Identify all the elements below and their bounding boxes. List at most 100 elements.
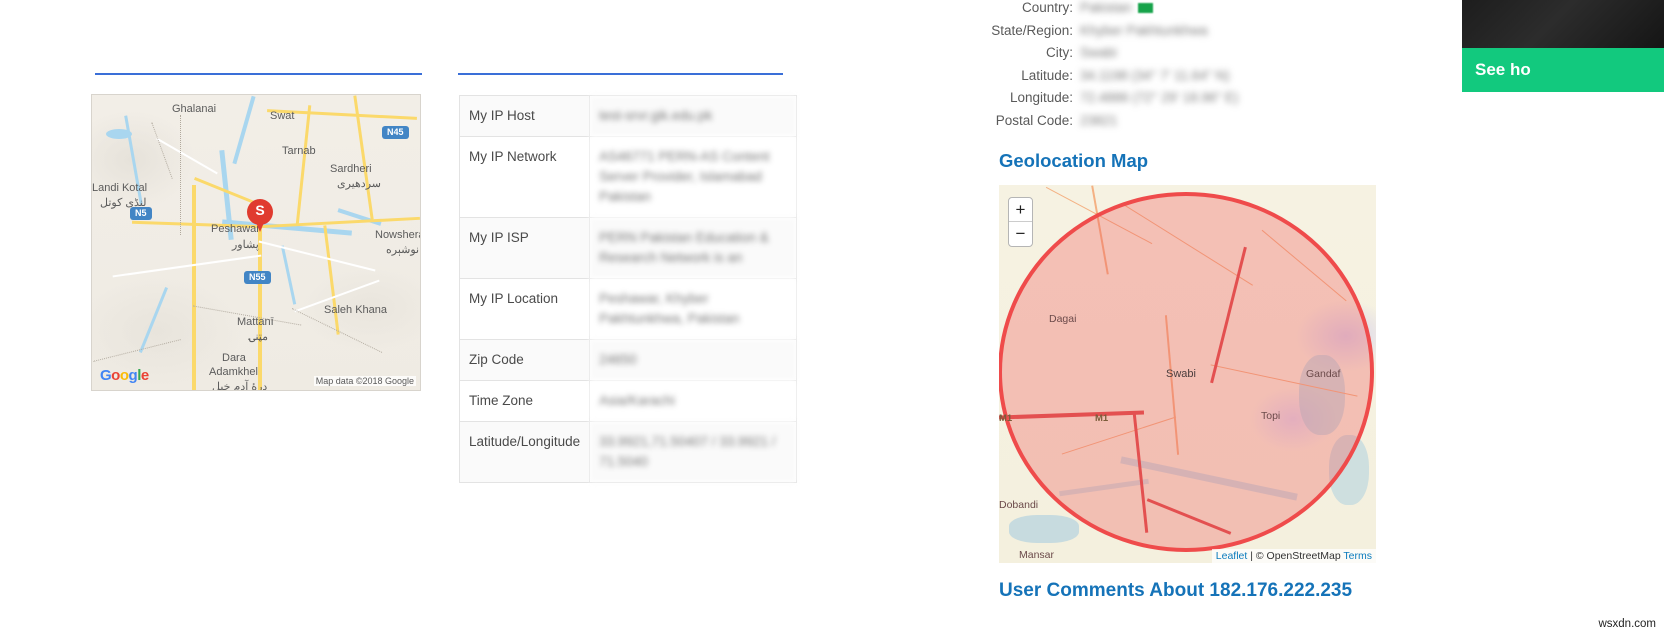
ip-info-table-body: My IP Host test-srvr.gik.edu.pk My IP Netw…: [458, 95, 797, 483]
google-map-place-label: پشاور: [232, 239, 259, 251]
table-row: Zip Code 24650: [458, 339, 797, 381]
geo-detail-value-wrap: Pakistan: [1080, 0, 1153, 15]
route-shield-n45: N45: [382, 126, 409, 139]
water-body: [1299, 355, 1345, 435]
zoom-out-button[interactable]: −: [1009, 222, 1032, 246]
ad-cta-button[interactable]: See ho: [1462, 48, 1664, 92]
google-map-place-label: Saleh Khana: [324, 304, 387, 316]
section-rule-left: [95, 73, 422, 75]
geolocation-map-heading: Geolocation Map: [999, 150, 1149, 171]
geo-detail-label: Country:: [1021, 0, 1073, 15]
water-body: [106, 129, 132, 139]
leaflet-geolocation-map[interactable]: Dagai Swabi Gandaf Topi M1 M1 Dobandi Mansar + …: [999, 185, 1376, 563]
geo-detail-row: City: Swabi: [930, 45, 1360, 68]
info-row-key: Zip Code: [458, 339, 591, 381]
leaflet-link[interactable]: Leaflet: [1216, 550, 1248, 562]
info-row-value: 33.9921,71.50407 / 33.9921 / 71.5040: [589, 421, 797, 483]
zoom-in-button[interactable]: +: [1009, 198, 1032, 222]
geo-detail-value: 23821: [1080, 112, 1118, 128]
google-map-place-label: Tarnab: [282, 145, 316, 157]
geo-detail-value: Swabi: [1080, 45, 1117, 61]
geo-detail-label: Longitude:: [1009, 90, 1073, 106]
terms-link[interactable]: Terms: [1343, 550, 1372, 562]
leaflet-place-label: Dagai: [1049, 313, 1077, 325]
geo-detail-value-wrap: 34.1198 (34° 7' 11.64" N): [1080, 68, 1230, 83]
info-row-key: My IP Location: [458, 278, 591, 340]
water-body: [1009, 515, 1079, 543]
water-body: [1329, 435, 1369, 505]
boundary-dotted: [180, 115, 182, 235]
openstreetmap-label: OpenStreetMap: [1266, 550, 1341, 562]
info-row-key: Time Zone: [458, 380, 591, 422]
google-static-map[interactable]: Ghalanai Swat Tarnab Sardheri سردهيرى Landi K…: [91, 94, 421, 391]
info-row-value: Peshawar, Khyber Pakhtunkhwa, Pakistan: [589, 278, 797, 340]
route-shield-n55: N55: [244, 271, 271, 284]
google-map-place-label: Swat: [270, 110, 295, 122]
user-comments-heading: User Comments About 182.176.222.235: [999, 580, 1353, 601]
geo-detail-label: Postal Code:: [995, 112, 1073, 128]
google-map-place-label: Mattanī: [237, 316, 274, 328]
marker-letter: S: [255, 202, 265, 218]
leaflet-place-label: Dobandi: [999, 499, 1039, 511]
map-marker-pin[interactable]: S: [247, 199, 273, 233]
leaflet-place-label: Swabi: [1166, 368, 1196, 380]
google-map-place-label: Adamkhel: [209, 366, 258, 378]
info-row-key: My IP Host: [458, 95, 591, 137]
table-row: My IP Network AS46771 PERN-AS Content Ser…: [458, 136, 797, 218]
info-row-key: My IP ISP: [458, 217, 591, 279]
ad-banner[interactable]: See ho: [1462, 0, 1664, 92]
road-major: [192, 185, 196, 390]
ad-image: [1462, 0, 1664, 48]
marker-tip: [254, 218, 266, 232]
google-map-place-label: Landi Kotal: [92, 182, 148, 194]
geo-detail-row: Country: Pakistan: [930, 0, 1360, 23]
google-map-place-label: Nowshera: [375, 229, 421, 241]
leaflet-place-label: Gandaf: [1306, 368, 1341, 380]
table-row: My IP ISP PERN Pakistan Education & Resea…: [458, 217, 797, 279]
leaflet-attribution: Leaflet | © OpenStreetMap Terms: [1211, 549, 1376, 563]
geo-detail-label: Latitude:: [1021, 67, 1073, 83]
geolocation-detail-list: Country: Pakistan State/Region: Khyber Pakh…: [930, 0, 1360, 136]
table-row: Time Zone Asia/Karachi: [458, 380, 797, 422]
site-watermark: wsxdn.com: [1598, 618, 1656, 630]
attribution-separator: | ©: [1247, 550, 1267, 562]
geo-detail-label: City:: [1046, 45, 1073, 61]
google-map-place-label: درهٔ آدم خېل: [212, 381, 268, 391]
geo-detail-value-wrap: Swabi: [1080, 45, 1117, 60]
geo-detail-label: State/Region:: [991, 22, 1073, 38]
country-flag-icon: [1137, 3, 1153, 14]
geo-detail-row: State/Region: Khyber Pakhtunkhwa: [930, 23, 1360, 46]
geo-detail-row: Latitude: 34.1198 (34° 7' 11.64" N): [930, 68, 1360, 91]
info-row-value: test-srvr.gik.edu.pk: [589, 95, 797, 137]
google-map-place-label: Dara: [222, 352, 246, 364]
leaflet-place-label: Topi: [1261, 410, 1281, 422]
info-row-value: PERN Pakistan Education & Research Netwo…: [589, 217, 797, 279]
info-row-value: AS46771 PERN-AS Content Server Provider,…: [589, 136, 797, 218]
ip-info-table: My IP Host test-srvr.gik.edu.pk My IP Netw…: [458, 95, 797, 483]
google-map-place-label: Sardheri: [330, 163, 372, 175]
google-map-place-label: مټنۍ: [249, 331, 268, 343]
map-zoom-controls[interactable]: + −: [1008, 197, 1033, 247]
google-map-place-label: سردهيرى: [337, 178, 381, 190]
route-shield-n5: N5: [130, 207, 152, 220]
info-row-key: My IP Network: [458, 136, 591, 218]
geo-detail-value: Pakistan: [1080, 0, 1132, 15]
google-map-place-label: نوشېره: [386, 244, 420, 256]
info-row-value: 24650: [589, 339, 797, 381]
geo-detail-value: 34.1198 (34° 7' 11.64" N): [1080, 67, 1230, 83]
info-row-key: Latitude/Longitude: [458, 421, 591, 483]
geo-detail-value: Khyber Pakhtunkhwa: [1080, 22, 1208, 38]
leaflet-place-label: M1: [999, 413, 1013, 424]
geo-detail-row: Longitude: 72.4886 (72° 29' 18.96" E): [930, 90, 1360, 113]
info-row-value: Asia/Karachi: [589, 380, 797, 422]
geo-detail-value-wrap: Khyber Pakhtunkhwa: [1080, 23, 1208, 38]
google-map-place-label: Ghalanai: [172, 103, 217, 115]
leaflet-place-label: M1: [1095, 413, 1109, 424]
table-row: My IP Host test-srvr.gik.edu.pk: [458, 95, 797, 137]
geo-detail-value-wrap: 72.4886 (72° 29' 18.96" E): [1080, 90, 1238, 105]
leaflet-place-label: Mansar: [1019, 549, 1055, 561]
table-row: My IP Location Peshawar, Khyber Pakhtunkh…: [458, 278, 797, 340]
google-map-attribution: Map data ©2018 Google: [313, 376, 416, 386]
section-rule-right: [458, 73, 783, 75]
geo-detail-row: Postal Code: 23821: [930, 113, 1360, 136]
